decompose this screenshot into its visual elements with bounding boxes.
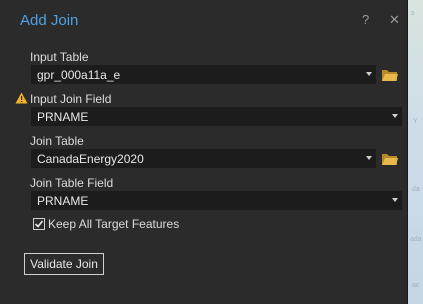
chevron-down-icon[interactable]	[366, 156, 372, 160]
map-label: s	[411, 10, 415, 17]
input-join-field-combo[interactable]: PRNAME	[31, 107, 402, 126]
dialog-title: Add Join	[20, 12, 79, 29]
map-label: ac	[412, 282, 420, 289]
folder-icon[interactable]	[381, 68, 399, 82]
input-table-label: Input Table	[30, 50, 89, 64]
input-table-value: gpr_000a11a_e	[37, 68, 121, 82]
chevron-down-icon[interactable]	[392, 114, 398, 118]
map-label: ada	[410, 236, 422, 243]
input-table-combo[interactable]: gpr_000a11a_e	[31, 65, 376, 84]
help-icon[interactable]: ?	[362, 12, 369, 27]
join-table-field-label: Join Table Field	[30, 176, 114, 190]
join-table-field-value: PRNAME	[37, 194, 89, 208]
close-icon[interactable]: ✕	[389, 12, 400, 28]
folder-icon[interactable]	[381, 152, 399, 166]
input-join-field-label: Input Join Field	[30, 92, 112, 106]
validate-join-button[interactable]: Validate Join	[24, 253, 104, 275]
keep-all-label: Keep All Target Features	[48, 217, 180, 231]
warning-icon	[15, 92, 28, 104]
keep-all-checkbox[interactable]	[33, 218, 45, 230]
input-join-field-value: PRNAME	[37, 110, 89, 124]
chevron-down-icon[interactable]	[366, 72, 372, 76]
chevron-down-icon[interactable]	[392, 198, 398, 202]
checkmark-icon	[34, 220, 44, 228]
map-label: da	[412, 186, 420, 193]
join-table-combo[interactable]: CanadaEnergy2020	[31, 149, 376, 168]
join-table-field-combo[interactable]: PRNAME	[31, 191, 402, 210]
join-table-label: Join Table	[30, 134, 84, 148]
map-label: Y	[413, 118, 418, 125]
add-join-dialog: Add Join ? ✕ Input Table gpr_000a11a_e I…	[0, 0, 408, 304]
join-table-value: CanadaEnergy2020	[37, 152, 144, 166]
